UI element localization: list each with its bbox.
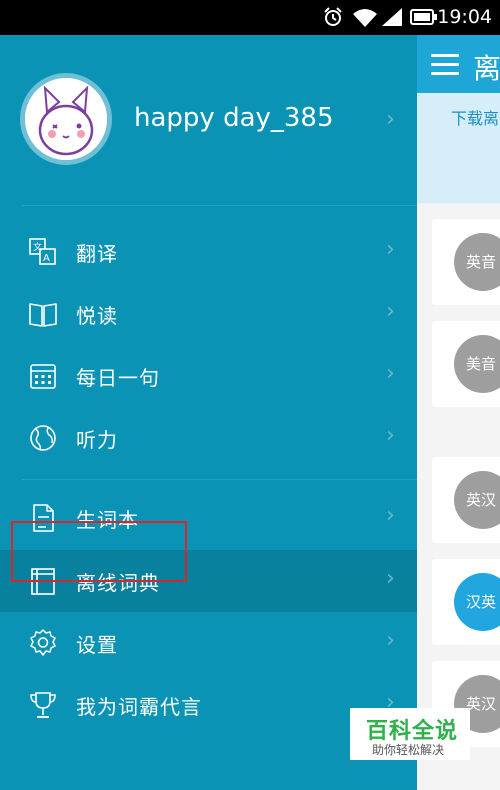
chevron-right-icon: ›: [386, 628, 395, 653]
alarm-icon: [324, 7, 342, 26]
divider: [22, 479, 417, 480]
wifi-icon: [353, 9, 377, 27]
menu-item-daily-sentence[interactable]: 每日一句 ›: [0, 345, 417, 407]
chevron-right-icon: ›: [386, 361, 395, 386]
svg-text:A: A: [43, 253, 50, 264]
chevron-right-icon: ›: [386, 503, 395, 528]
banner-text: 下载离: [451, 109, 500, 128]
menu-item-label: 每日一句: [76, 366, 160, 390]
book-open-icon: [29, 303, 57, 327]
dict-card[interactable]: 英汉: [432, 457, 500, 543]
avatar[interactable]: [20, 73, 112, 165]
menu-item-settings[interactable]: 设置 ›: [0, 612, 417, 674]
dict-card[interactable]: 英音: [432, 219, 500, 305]
menu-item-translate[interactable]: 文 A 翻译 ›: [0, 221, 417, 283]
download-banner[interactable]: 下载离: [417, 93, 500, 203]
navigation-drawer: happy day_385 › 文 A 翻译 › 悦读 › 每日一句 › 听力 …: [0, 35, 417, 790]
status-time: 19:04: [437, 6, 492, 28]
menu-item-label: 听力: [76, 428, 118, 452]
chevron-right-icon: ›: [386, 237, 395, 262]
translate-icon: 文 A: [29, 238, 56, 265]
highlight-box: [11, 521, 187, 582]
menu-item-label: 悦读: [76, 304, 118, 328]
signal-icon: [382, 8, 402, 26]
hamburger-menu-icon[interactable]: [431, 54, 459, 76]
dict-badge: 汉英: [454, 573, 500, 631]
username[interactable]: happy day_385: [134, 103, 334, 133]
dict-card[interactable]: 汉英: [432, 559, 500, 645]
header-title: 离: [473, 52, 500, 85]
chevron-right-icon: ›: [386, 299, 395, 324]
bunny-avatar-icon: [25, 78, 107, 160]
menu-item-label: 我为词霸代言: [76, 695, 202, 719]
app-header: 离: [417, 35, 500, 93]
dict-badge: 美音: [454, 335, 500, 393]
divider: [22, 205, 417, 206]
watermark-subtitle: 助你轻松解决: [372, 743, 445, 757]
chevron-right-icon: ›: [386, 423, 395, 448]
globe-icon: [30, 425, 56, 451]
svg-text:文: 文: [33, 241, 42, 253]
status-bar: 19:04: [0, 0, 500, 35]
chevron-right-icon: ›: [386, 566, 395, 591]
main-content: 离 下载离 英音 美音 英汉 汉英 英汉: [417, 35, 500, 790]
menu-item-reading[interactable]: 悦读 ›: [0, 283, 417, 345]
dict-badge: 英音: [454, 233, 500, 291]
menu-item-label: 翻译: [76, 242, 118, 266]
watermark-logo: 百科全说 助你轻松解决: [350, 708, 470, 760]
dict-card[interactable]: 美音: [432, 321, 500, 407]
profile-chevron-icon[interactable]: ›: [386, 107, 395, 132]
battery-icon: [410, 9, 437, 25]
menu-item-listening[interactable]: 听力 ›: [0, 407, 417, 469]
calendar-icon: [30, 364, 56, 389]
dict-badge: 英汉: [454, 471, 500, 529]
trophy-icon: [30, 692, 56, 718]
menu-item-label: 设置: [76, 633, 118, 657]
gear-icon: [30, 629, 56, 656]
